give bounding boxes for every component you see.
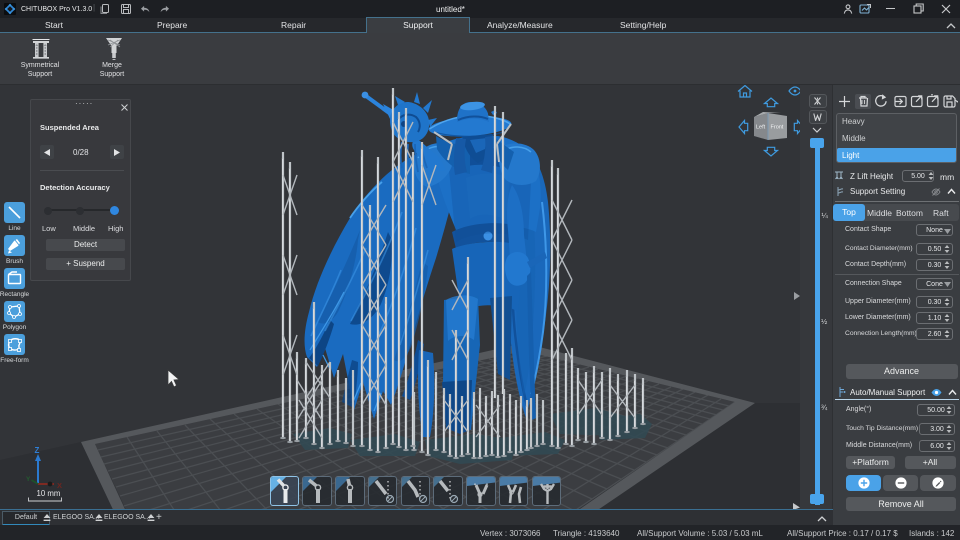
svg-text:Y: Y: [26, 476, 31, 483]
svg-text:Left: Left: [756, 125, 766, 131]
svg-text:10 mm: 10 mm: [37, 489, 61, 498]
svg-text:Z: Z: [35, 446, 40, 455]
svg-text:Front: Front: [771, 125, 784, 131]
